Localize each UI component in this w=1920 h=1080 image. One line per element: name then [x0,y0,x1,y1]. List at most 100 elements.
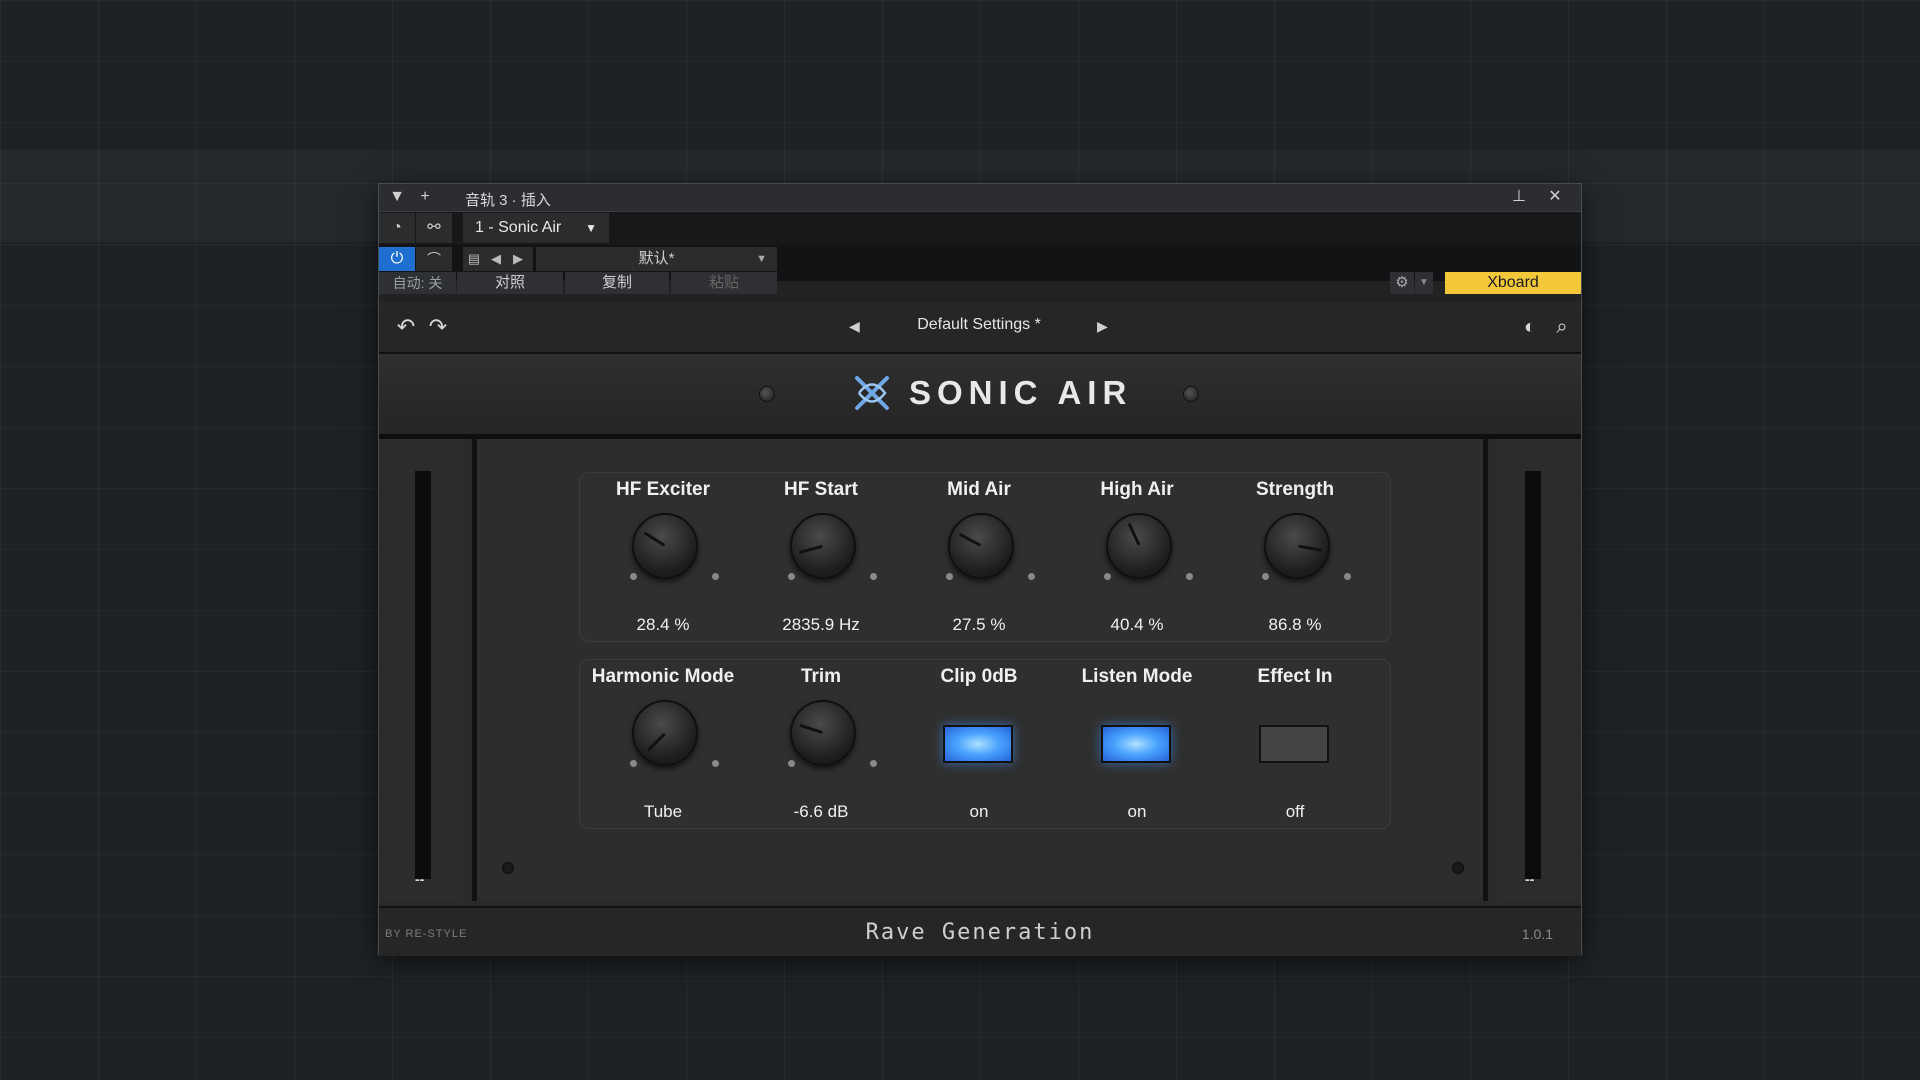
control-value: 2835.9 Hz [782,615,860,634]
auto-button[interactable]: 自动: 关 [379,272,456,294]
redo-icon[interactable]: ↷ [425,314,451,340]
knob-max-dot [1028,573,1035,580]
preset-prev-icon[interactable]: ◀ [485,247,507,271]
close-icon[interactable]: ✕ [1543,186,1567,208]
listen-mode-toggle[interactable] [1101,725,1171,763]
input-meter-value: -- [415,871,425,887]
hf-exciter-control: HF Exciter 28.4 % [584,473,742,641]
harmonic-mode-knob[interactable] [632,700,698,766]
control-value: 86.8 % [1268,615,1322,634]
control-value: 40.4 % [1110,615,1164,634]
preset-dropdown[interactable]: 默认* ▼ [536,247,777,271]
chevron-down-icon: ▼ [756,253,767,265]
brand-logo: Rave Generation [865,920,1095,945]
controls-panel: HF Exciter 28.4 % HF Start 2835.9 Hz Mid… [472,439,1488,901]
xboard-button[interactable]: Xboard [1445,272,1581,294]
preset-nav: ▤ ◀ ▶ [463,247,533,271]
control-label: HF Start [784,479,858,500]
trim-control: Trim -6.6 dB [742,660,900,828]
channel-icon[interactable]: ◔ [379,213,415,243]
input-meter-panel: -- [379,439,463,901]
controls-row-2: Harmonic Mode Tube Trim -6.6 dB Clip 0dB [579,659,1391,829]
title-bar: ▼ + 音轨 3 · 插入 ⊥ ✕ [379,184,1581,212]
chevron-down-icon[interactable]: ▼ [1415,272,1433,294]
knob-min-dot [788,760,795,767]
gear-icon[interactable]: ⚙ [1390,272,1414,294]
control-value: on [1127,802,1147,821]
screw-icon [502,862,514,874]
sonic-air-logo-icon [855,376,889,410]
strength-control: Strength 86.8 % [1216,473,1374,641]
control-label: Effect In [1257,666,1333,687]
clip-0db-toggle[interactable] [943,725,1013,763]
control-value: 28.4 % [636,615,690,634]
screw-icon [1452,862,1464,874]
control-label: Listen Mode [1081,666,1193,687]
effect-in-toggle[interactable] [1259,725,1329,763]
chevron-down-icon: ▼ [585,221,597,235]
hf-exciter-knob[interactable] [632,513,698,579]
mid-air-control: Mid Air 27.5 % [900,473,1058,641]
compare-button[interactable]: 对照 [457,272,563,294]
knob-max-dot [712,760,719,767]
control-label: Trim [800,666,842,687]
routing-icon[interactable]: ⚯ [416,213,452,243]
plugin-selector[interactable]: 1 - Sonic Air ▼ [463,213,609,243]
trim-knob[interactable] [790,700,856,766]
knob-min-dot [630,760,637,767]
control-value: 27.5 % [952,615,1006,634]
control-label: Strength [1255,479,1335,500]
copy-button[interactable]: 复制 [565,272,669,294]
plugin-selector-label: 1 - Sonic Air [475,219,562,236]
version-label: 1.0.1 [1521,926,1553,942]
clip-0db-control: Clip 0dB on [900,660,1058,828]
strength-knob[interactable] [1264,513,1330,579]
control-label: Mid Air [947,479,1011,500]
undo-icon[interactable]: ↶ [393,314,419,340]
control-value: off [1285,802,1305,821]
window-title: 音轨 3 · 插入 [465,192,551,209]
knob-min-dot [1262,573,1269,580]
plugin-ui: ↶ ↷ ◀ Default Settings * ▶ ◐ ⌕ SONIC AIR… [379,302,1581,956]
knob-min-dot [1104,573,1111,580]
hf-start-control: HF Start 2835.9 Hz [742,473,900,641]
knob-max-dot [870,573,877,580]
control-label: High Air [1100,479,1174,500]
harmonic-mode-control: Harmonic Mode Tube [584,660,742,828]
pin-icon[interactable]: ⊥ [1507,186,1531,208]
chevron-down-icon[interactable]: ▼ [385,186,409,208]
power-icon[interactable]: ⏻ [379,247,415,271]
knob-max-dot [712,573,719,580]
control-label: HF Exciter [616,479,710,500]
contrast-icon[interactable]: ◐ [1517,314,1543,340]
preset-toolbar: ⏻ ⌒ 自动: 关 ▤ ◀ ▶ 默认* ▼ 对照 复制 粘贴 ⚙ ▼ Xboard [379,245,1581,294]
output-meter-value: -- [1525,871,1535,887]
search-icon[interactable]: ⌕ [1549,314,1575,340]
mid-air-knob[interactable] [948,513,1014,579]
screw-icon [1183,386,1199,402]
preset-file-icon[interactable]: ▤ [463,247,485,271]
knob-max-dot [870,760,877,767]
knob-min-dot [630,573,637,580]
plugin-window: ▼ + 音轨 3 · 插入 ⊥ ✕ ◔ ⚯ 1 - Sonic Air ▼ ⏻ … [378,183,1582,956]
hf-start-knob[interactable] [790,513,856,579]
automation-icon[interactable]: ⌒ [416,247,452,271]
knob-max-dot [1186,573,1193,580]
preset-next-icon[interactable]: ▶ [507,247,529,271]
control-label: Harmonic Mode [591,666,735,687]
plus-icon[interactable]: + [413,186,437,208]
paste-button[interactable]: 粘贴 [671,272,777,294]
high-air-knob[interactable] [1106,513,1172,579]
control-value: -6.6 dB [793,802,849,821]
high-air-control: High Air 40.4 % [1058,473,1216,641]
knob-min-dot [946,573,953,580]
preset-next-icon[interactable]: ▶ [1097,318,1108,335]
preset-prev-icon[interactable]: ◀ [849,318,860,335]
input-meter [415,471,431,879]
knob-min-dot [788,573,795,580]
plugin-nav-bar: ↶ ↷ ◀ Default Settings * ▶ ◐ ⌕ [379,302,1581,354]
preset-display[interactable]: Default Settings * [879,316,1079,334]
knob-max-dot [1344,573,1351,580]
plugin-footer: BY RE-STYLE Rave Generation 1.0.1 [379,906,1581,956]
output-meter [1525,471,1541,879]
